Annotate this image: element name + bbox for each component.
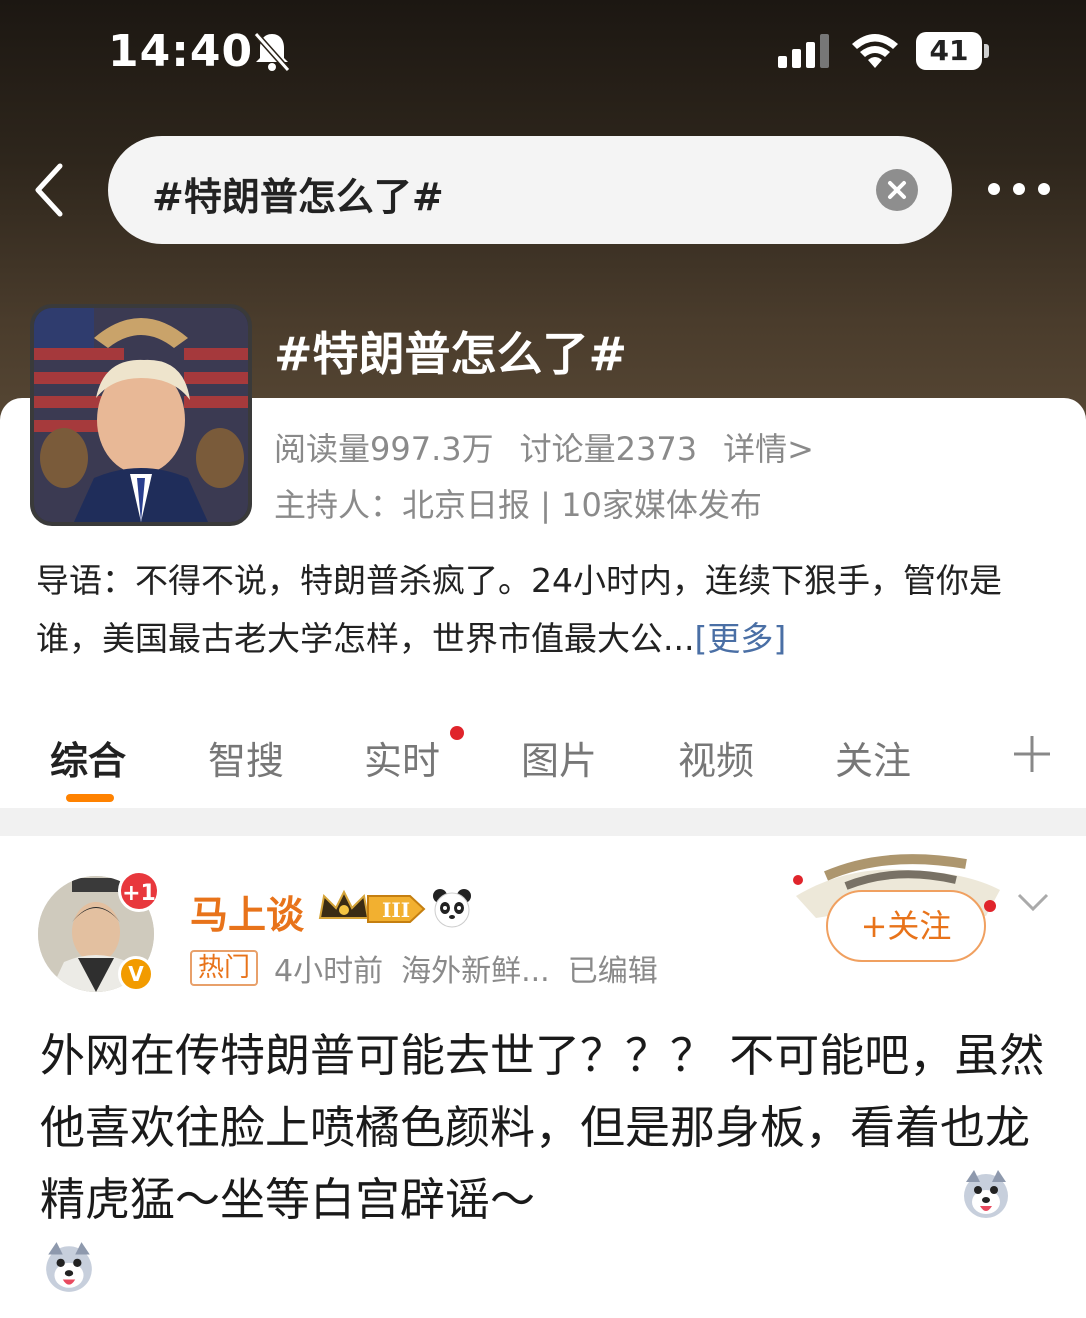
post-source: 海外新鲜... <box>401 954 550 989</box>
details-link[interactable]: 详情> <box>723 430 814 468</box>
chevron-down-icon[interactable] <box>1016 890 1050 914</box>
tab-comprehensive[interactable]: 综合 <box>50 730 126 785</box>
status-bar: 14:40 41 <box>0 0 1086 100</box>
intro-text: 导语：不得不说，特朗普杀疯了。24小时内，连续下狠手，管你是谁，美国最古老大学怎… <box>36 561 1002 658</box>
post-username[interactable]: 马上谈 <box>190 884 304 939</box>
tab-videos[interactable]: 视频 <box>678 730 754 785</box>
verified-badge: V <box>118 956 154 992</box>
topic-title: #特朗普怎么了# <box>274 327 628 381</box>
post-edited: 已编辑 <box>567 954 658 989</box>
tab-bar: 综合 智搜 实时 图片 视频 关注 <box>0 720 1086 806</box>
bell-off-icon <box>253 32 291 72</box>
topic-image[interactable] <box>30 304 252 526</box>
post-body: 外网在传特朗普可能去世了？？？ 不可能吧，虽然他喜欢往脸上喷橘色颜料，但是那身板… <box>40 1029 1045 1226</box>
battery-icon: 41 <box>916 32 990 70</box>
crown-badge: III <box>318 889 426 923</box>
signal-icon <box>778 34 829 68</box>
post-meta: 热门 4小时前 海外新鲜... 已编辑 <box>190 946 676 989</box>
topic-stats: 阅读量997.3万 讨论量2373 详情> <box>274 424 840 470</box>
tab-following[interactable]: 关注 <box>835 730 911 785</box>
new-content-dot <box>450 726 464 740</box>
search-query: #特朗普怎么了# <box>152 175 444 219</box>
plus-icon[interactable] <box>1012 734 1052 774</box>
active-tab-indicator <box>66 794 114 802</box>
tab-images[interactable]: 图片 <box>521 730 597 785</box>
back-icon[interactable] <box>30 160 70 220</box>
notification-badge: +1 <box>118 870 160 912</box>
level-badge-text: III <box>382 898 410 922</box>
tab-smart-search[interactable]: 智搜 <box>208 730 284 785</box>
read-count: 阅读量997.3万 <box>274 430 494 468</box>
battery-level: 41 <box>916 32 982 70</box>
dog-emoji <box>46 1242 92 1292</box>
hot-tag: 热门 <box>190 950 259 986</box>
section-divider <box>0 808 1086 836</box>
topic-intro: 导语：不得不说，特朗普杀疯了。24小时内，连续下狠手，管你是谁，美国最古老大学怎… <box>36 552 1056 668</box>
intro-more-link[interactable]: [更多] <box>694 619 786 658</box>
wifi-icon <box>852 34 898 68</box>
status-time: 14:40 <box>108 26 254 77</box>
discussion-count: 讨论量2373 <box>519 430 698 468</box>
clear-icon[interactable] <box>876 169 918 211</box>
host-info: 主持人：北京日报 | 10家媒体发布 <box>274 486 762 524</box>
tab-realtime[interactable]: 实时 <box>364 730 440 785</box>
panda-icon <box>433 889 471 928</box>
battery-tip <box>984 44 989 58</box>
more-icon[interactable] <box>984 174 1054 204</box>
dog-emoji <box>964 1170 1008 1218</box>
follow-button[interactable]: +关注 <box>826 890 986 962</box>
search-input[interactable]: #特朗普怎么了# <box>108 136 952 244</box>
post-time: 4小时前 <box>274 954 384 989</box>
